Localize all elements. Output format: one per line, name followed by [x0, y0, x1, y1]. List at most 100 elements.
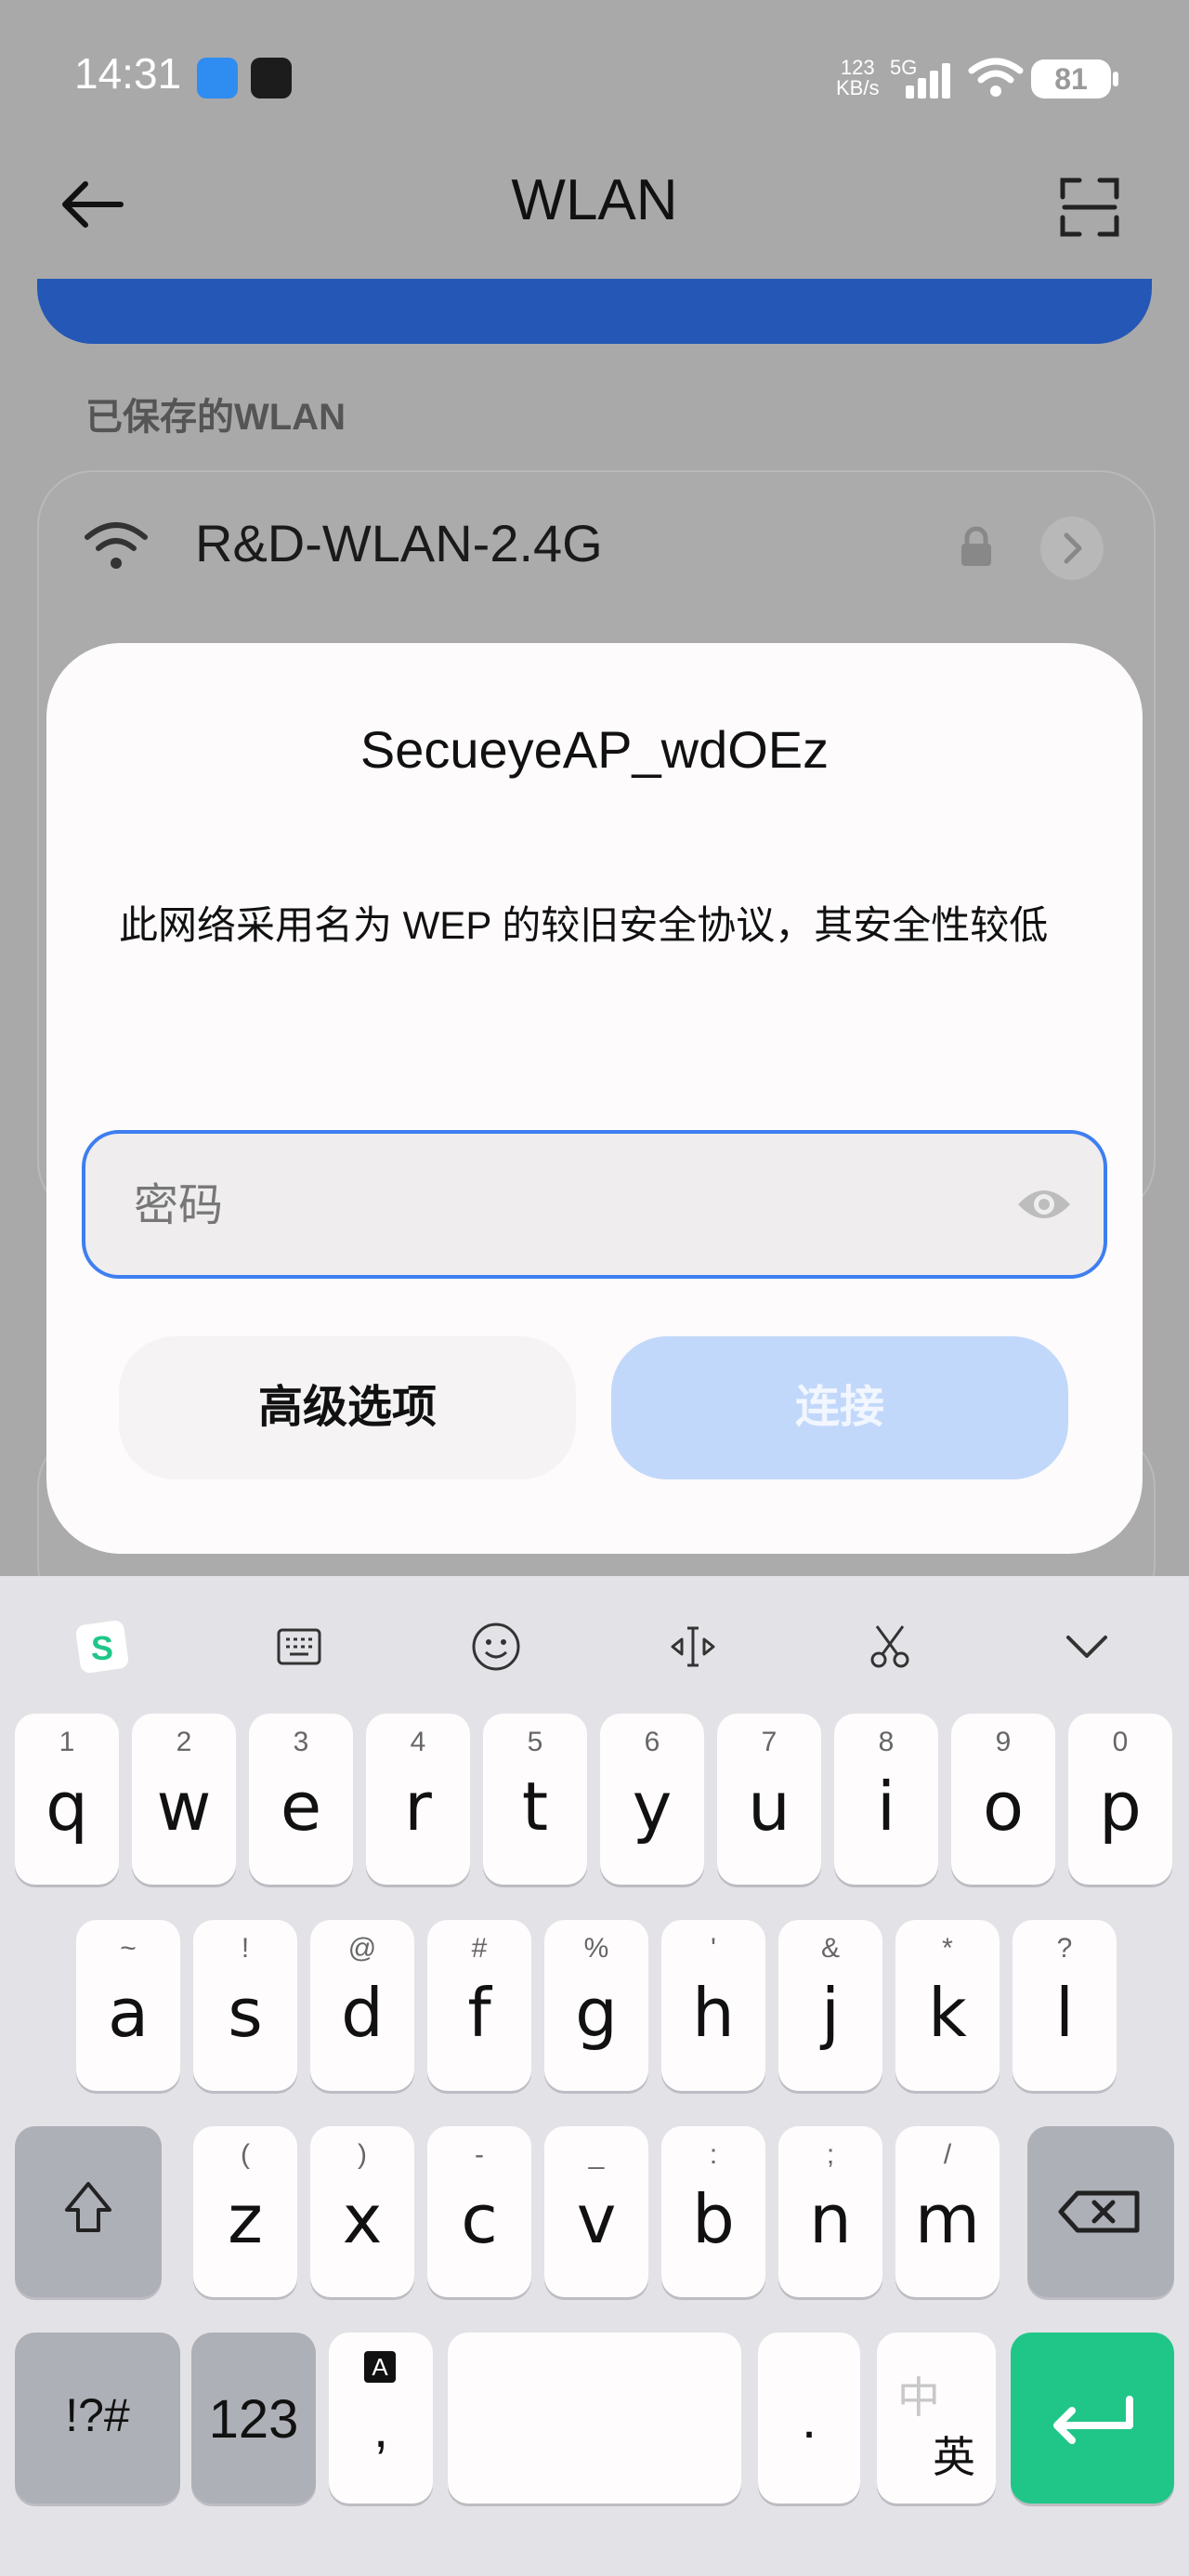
connected-network-card[interactable] — [37, 279, 1152, 344]
sogou-logo-icon[interactable]: S — [74, 1619, 130, 1675]
battery-nub — [1113, 72, 1118, 86]
battery-indicator: 81 — [1031, 59, 1111, 99]
symbols-key-label: !?# — [65, 2389, 130, 2441]
lock-icon — [961, 526, 991, 566]
network-speed-unit: KB/s — [836, 76, 880, 99]
key-n[interactable]: ; n — [778, 2126, 882, 2297]
key-hint: _ — [588, 2139, 605, 2170]
scan-qr-icon[interactable] — [1059, 177, 1120, 238]
advanced-options-button[interactable]: 高级选项 — [119, 1336, 576, 1479]
key-l[interactable]: ? l — [1013, 1920, 1117, 2091]
period-key-label: . — [801, 2389, 817, 2450]
network-speed-value: 123 — [840, 56, 875, 79]
shift-key[interactable] — [15, 2126, 162, 2297]
key-b[interactable]: :b — [661, 2126, 765, 2297]
key-char: g — [575, 1974, 618, 2052]
key-hint: 9 — [995, 1727, 1012, 1757]
key-char: o — [982, 1768, 1025, 1846]
key-hint: ! — [241, 1933, 250, 1964]
key-char: q — [46, 1768, 88, 1846]
key-o[interactable]: 9o — [951, 1714, 1055, 1885]
language-english-label: 英 — [933, 2433, 975, 2481]
key-hint: 5 — [527, 1727, 543, 1757]
key-hint: 2 — [176, 1727, 192, 1757]
caps-hint-badge: A — [364, 2351, 396, 2383]
key-r[interactable]: 4r — [366, 1714, 470, 1885]
cursor-move-icon[interactable] — [665, 1619, 721, 1675]
backspace-key[interactable] — [1027, 2126, 1174, 2297]
key-p[interactable]: 0p — [1068, 1714, 1172, 1885]
key-y[interactable]: 6y — [600, 1714, 704, 1885]
key-f[interactable]: # f — [427, 1920, 531, 2091]
key-g[interactable]: % g — [544, 1920, 648, 2091]
key-hint: 6 — [644, 1727, 660, 1757]
key-s[interactable]: ! s — [193, 1920, 297, 2091]
collapse-keyboard-chevron-down-icon[interactable] — [1059, 1619, 1115, 1675]
key-char: w — [156, 1768, 212, 1846]
numbers-key-label: 123 — [208, 2389, 299, 2450]
status-bar: 14:31 123 KB/s 5G 81 — [0, 0, 1189, 158]
symbols-key[interactable]: !?# — [15, 2333, 180, 2504]
enter-return-icon — [1053, 2396, 1133, 2444]
scissors-icon[interactable] — [862, 1619, 918, 1675]
chevron-right-icon — [1064, 532, 1082, 564]
dialog-title: SecueyeAP_wdOEz — [359, 720, 830, 779]
notification-app-icon — [197, 58, 238, 99]
emoji-icon[interactable] — [468, 1619, 524, 1675]
key-j[interactable]: & j — [778, 1920, 882, 2091]
key-z[interactable]: (z — [193, 2126, 297, 2297]
wifi-password-dialog: SecueyeAP_wdOEz 此网络采用名为 WEP 的较旧安全协议，其安全性… — [46, 643, 1143, 1554]
key-u[interactable]: 7u — [717, 1714, 821, 1885]
key-q[interactable]: 1q — [15, 1714, 119, 1885]
key-e[interactable]: 3e — [249, 1714, 353, 1885]
saved-network-ssid[interactable]: R&D-WLAN-2.4G — [195, 513, 603, 573]
key-v[interactable]: _ v — [544, 2126, 648, 2297]
key-char: e — [280, 1768, 322, 1846]
network-details-button[interactable] — [1040, 517, 1104, 580]
key-hint: 4 — [410, 1727, 426, 1757]
key-hint: # — [471, 1933, 488, 1964]
period-key[interactable]: . — [758, 2333, 860, 2504]
security-warning-message: 此网络采用名为 WEP 的较旧安全协议，其安全性较低 — [119, 903, 1049, 947]
shift-arrow-icon — [65, 2182, 111, 2232]
key-hint: 0 — [1112, 1727, 1129, 1757]
key-char: f — [467, 1974, 491, 2052]
password-input[interactable] — [132, 1171, 972, 1240]
numbers-key[interactable]: 123 — [191, 2333, 316, 2504]
key-w[interactable]: 2w — [132, 1714, 236, 1885]
wifi-status-icon — [968, 58, 1024, 97]
key-h[interactable]: ' h — [661, 1920, 765, 2091]
key-hint: @ — [347, 1933, 377, 1964]
enter-key[interactable] — [1011, 2333, 1174, 2504]
key-hint: ( — [241, 2139, 250, 2170]
key-i[interactable]: 8i — [834, 1714, 938, 1885]
key-char: j — [820, 1974, 840, 2052]
key-a[interactable]: ~ a — [76, 1920, 180, 2091]
key-c[interactable]: -c — [427, 2126, 531, 2297]
network-speed: 123 KB/s — [836, 58, 879, 99]
key-hint: 3 — [293, 1727, 309, 1757]
key-x[interactable]: ) x — [310, 2126, 414, 2297]
language-switch-key[interactable]: 中 英 — [877, 2333, 996, 2504]
space-key[interactable] — [448, 2333, 741, 2504]
key-t[interactable]: 5t — [483, 1714, 587, 1885]
connect-button[interactable]: 连接 — [611, 1336, 1068, 1479]
key-hint: - — [475, 2139, 484, 2170]
key-char: i — [876, 1768, 895, 1846]
comma-key[interactable]: A , — [329, 2333, 433, 2504]
key-hint: & — [820, 1933, 840, 1964]
key-d[interactable]: @ d — [310, 1920, 414, 2091]
keyboard-icon[interactable] — [271, 1619, 327, 1675]
show-password-eye-icon[interactable] — [1014, 1180, 1074, 1229]
key-char: z — [228, 2180, 263, 2258]
key-hint: * — [942, 1933, 953, 1964]
key-char: c — [461, 2180, 498, 2258]
key-k[interactable]: * k — [895, 1920, 1000, 2091]
key-m[interactable]: / m — [895, 2126, 1000, 2297]
key-char: m — [914, 2180, 981, 2258]
key-char: u — [748, 1768, 790, 1846]
svg-text:S: S — [91, 1629, 113, 1667]
key-hint: 1 — [59, 1727, 75, 1757]
password-field[interactable] — [82, 1130, 1107, 1279]
soft-keyboard: S 1q2w3e4r5t6y7u8i9o0p ~ a! s @ d # f% g ' h & j * k?… — [0, 1576, 1189, 2576]
